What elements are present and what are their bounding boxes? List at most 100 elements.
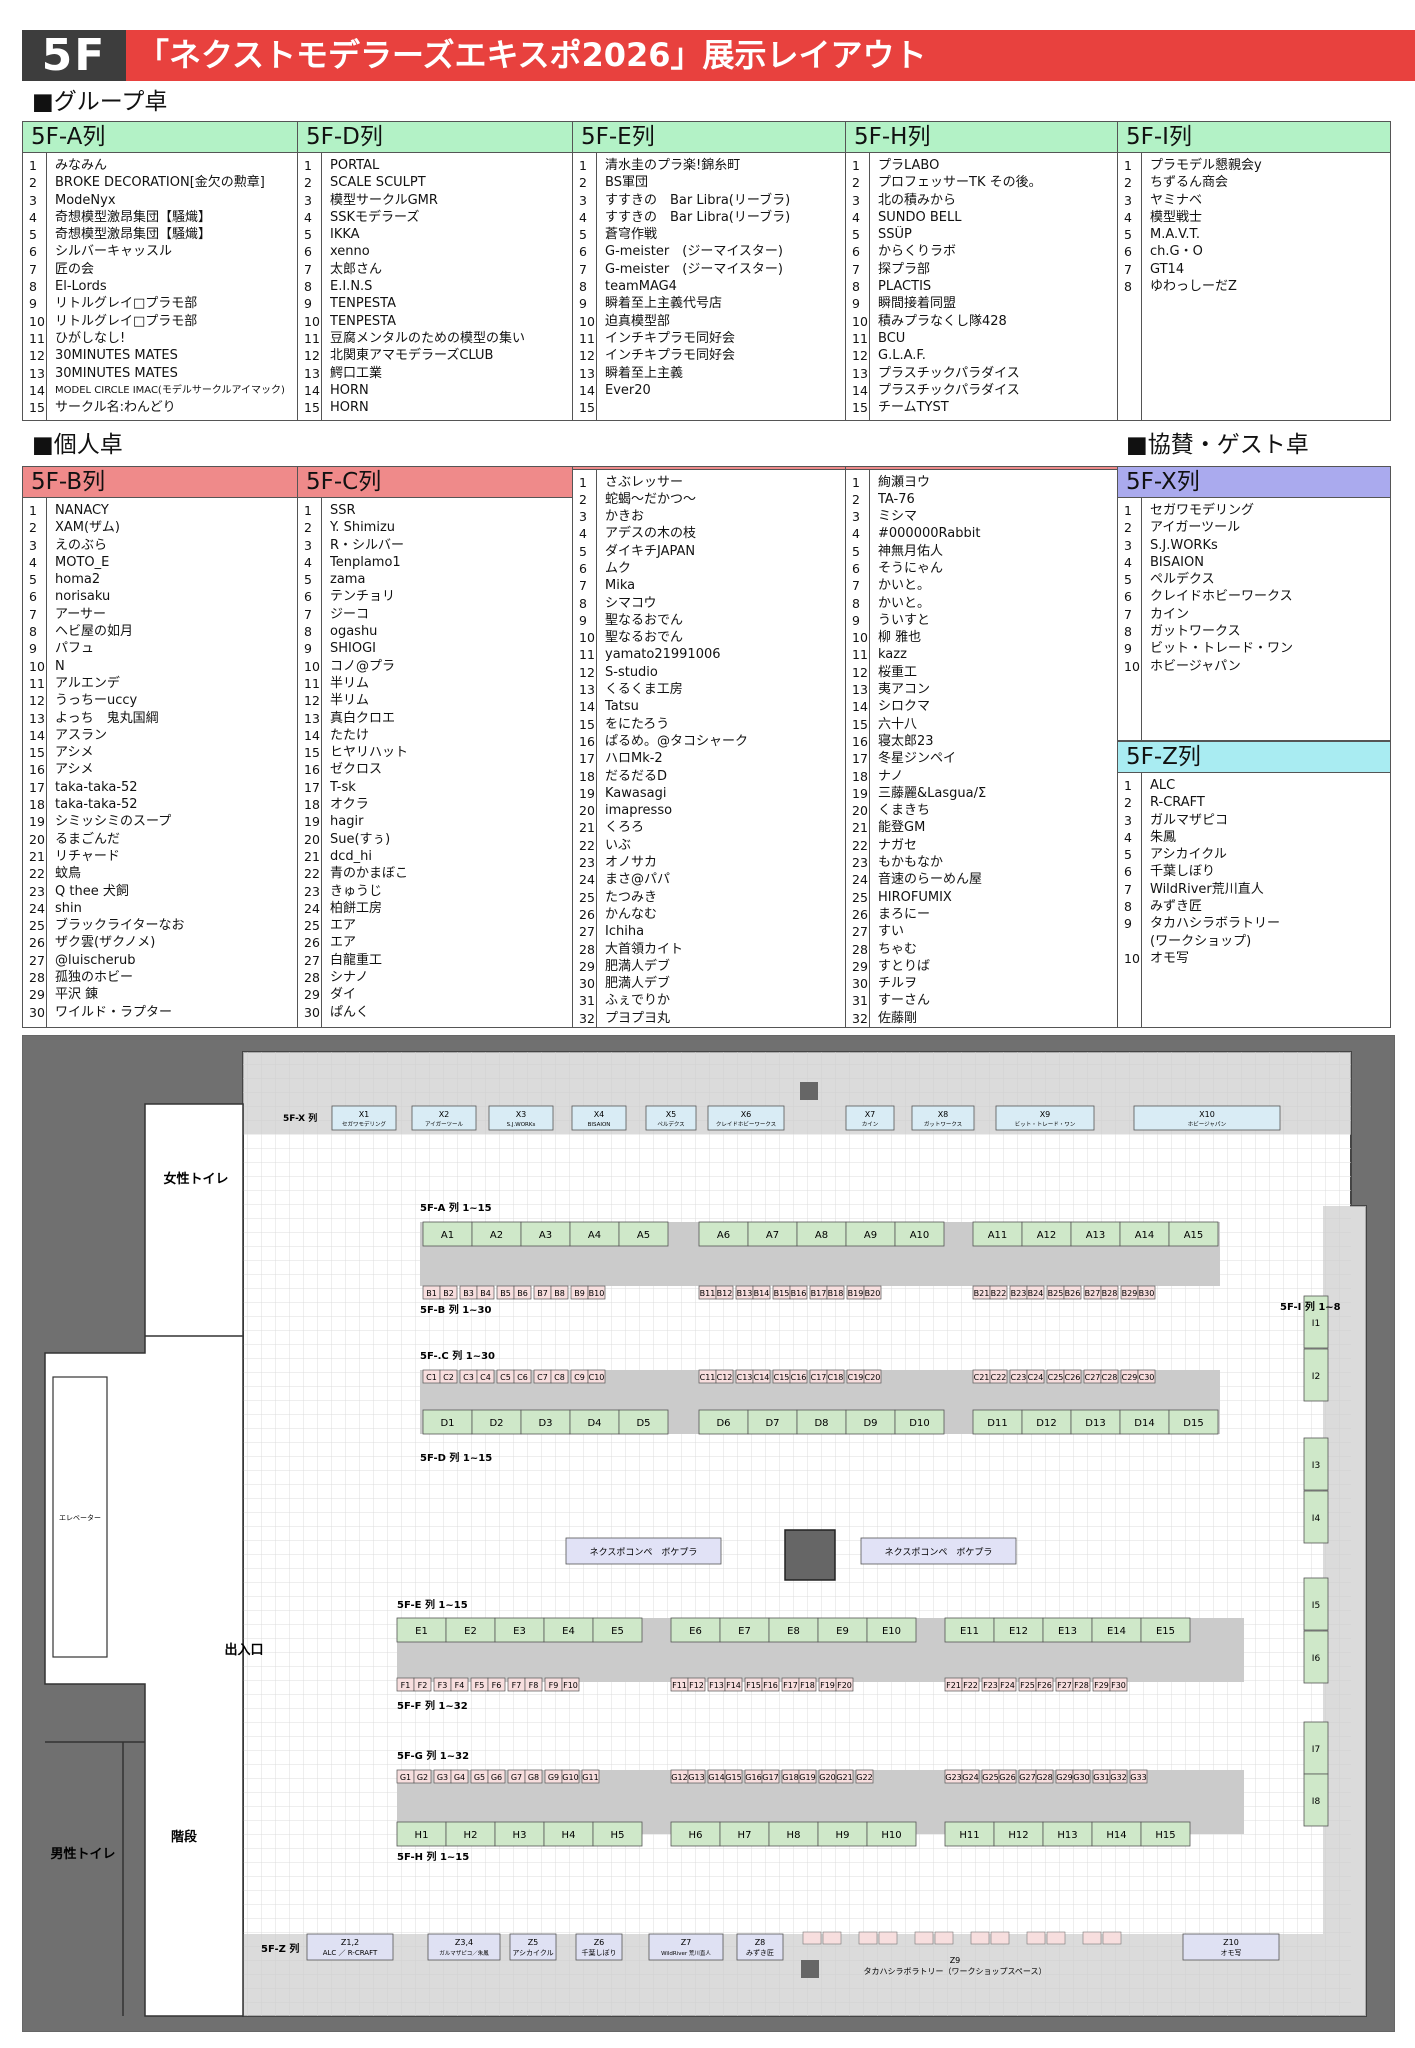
- row-f-booth-label: F1: [401, 1681, 411, 1690]
- row-b-booth-label: B10: [589, 1289, 605, 1298]
- pillar: [784, 1529, 836, 1581]
- row-x-booth-id: X4: [594, 1110, 605, 1119]
- row-number: 7: [1124, 606, 1132, 622]
- list-item: S-studio: [605, 664, 658, 680]
- entry-column: NANACY XAM(ザム) えのぶら MOTO_E homa2 norisaku アーサー…: [47, 498, 297, 1027]
- list-item: 豆腐メンタルのための模型の集い: [330, 330, 526, 346]
- entry-column: 絢瀬ヨウ TA-76 ミシマ #000000Rabbit 神無月佑人 そうにゃん かいと。か…: [870, 470, 1117, 1028]
- z9-table: [914, 1931, 934, 1945]
- row-z-booth-name: ALC ／ R-CRAFT: [323, 1949, 378, 1957]
- row-number: 11: [852, 330, 868, 346]
- row-b-booth-label: B23: [1011, 1289, 1027, 1298]
- row-number: 7: [29, 261, 37, 277]
- row-number: 9: [304, 296, 312, 312]
- list-item: オモ写: [1150, 950, 1190, 966]
- list-item: カイン: [1150, 606, 1190, 622]
- list-item: BS軍団: [605, 175, 648, 191]
- row-i-booth-label: I2: [1312, 1372, 1320, 1382]
- row-number: 4: [29, 554, 37, 570]
- row-g-booth-label: G12: [671, 1773, 687, 1782]
- list-item: El-Lords: [55, 279, 107, 295]
- list-item: たたけ: [330, 727, 370, 743]
- row-label-x: 5F-X 列: [283, 1112, 317, 1124]
- row-number: 30: [852, 976, 868, 992]
- list-item: Ichiha: [605, 924, 645, 940]
- row-number: 17: [852, 751, 868, 767]
- row-number: 26: [29, 935, 45, 951]
- list-item: 北の積みから: [878, 192, 957, 208]
- row-g-booth-label: G23: [945, 1773, 961, 1782]
- list-item: チルヲ: [878, 976, 918, 992]
- row-c-booth-label: C1: [426, 1373, 437, 1382]
- list-item: 白龍重工: [330, 952, 383, 968]
- row-number: 11: [852, 647, 868, 663]
- row-number: 1: [304, 158, 312, 173]
- row-c-booth-label: C21: [974, 1373, 990, 1382]
- row-x-booth-id: X6: [741, 1110, 752, 1119]
- list-item: homa2: [55, 572, 101, 588]
- row-number: [1124, 933, 1141, 950]
- row-number: 9: [29, 641, 37, 657]
- row-number: 10: [1124, 950, 1140, 966]
- list-item: ムク: [605, 560, 632, 576]
- list-item: HORN: [330, 382, 369, 398]
- list-item: 肥満人デブ: [605, 958, 671, 974]
- list-item: 千葉しぼり: [1150, 864, 1216, 880]
- row-number: 30: [304, 1004, 320, 1020]
- row-number: 26: [852, 906, 868, 922]
- list-item: 探プラ部: [878, 261, 931, 277]
- row-h-booth-label: H14: [1106, 1830, 1126, 1841]
- floor-plan-svg: A1 A2 A3 A4 A5 A6 A7 A8 A9 A10 A11 A12 A13 A14 A15 B1 B2…: [44, 1051, 1367, 2017]
- row-number: 4: [579, 209, 587, 225]
- row-a-booth-label: A11: [988, 1230, 1008, 1241]
- entry-column: セガワモデリング アイガーツール S.J.WORKs BISAION ペルデクス クレイド…: [1142, 498, 1390, 740]
- row-d-booth-label: D1: [440, 1418, 454, 1429]
- row-f-booth-label: F30: [1111, 1681, 1126, 1690]
- list-item: すすきの Bar Libra(リーブラ): [605, 192, 791, 208]
- table-h: 5F-H列 1 2 3 4 5 6 7 8 9 10 11 12 13 14 15 プラLABO プロフェッサーT…: [845, 121, 1118, 421]
- row-z-booth-id: Z9: [950, 1956, 961, 1965]
- list-item: テンチョリ: [330, 589, 396, 605]
- z9-table: [970, 1931, 990, 1945]
- row-f-booth-label: F6: [492, 1681, 502, 1690]
- list-item: ホビージャパン: [1150, 658, 1241, 674]
- row-f-booth-label: F8: [529, 1681, 539, 1690]
- row-number: 5: [579, 227, 587, 243]
- list-item: ナノ: [878, 768, 904, 784]
- row-a-booth-label: A10: [910, 1230, 930, 1241]
- list-item: 青のかまぼこ: [330, 866, 409, 882]
- row-f-booth-label: F2: [418, 1681, 428, 1690]
- list-item: いぶ: [605, 837, 632, 853]
- row-f-booth-label: F9: [549, 1681, 559, 1690]
- table-i: 5F-I列 1 2 3 4 5 6 7 8 プラモデル懇親会y ちずるん商会 ヤミナベ 模型戦士 M.A.…: [1117, 121, 1391, 421]
- row-number: 2: [304, 520, 312, 536]
- row-number: 20: [29, 831, 45, 847]
- table-header: 5F-Z列: [1118, 742, 1390, 773]
- row-x-booth-name: アイガーツール: [425, 1120, 464, 1128]
- row-b-booth-label: B5: [500, 1289, 511, 1298]
- row-b-booth-label: B29: [1122, 1289, 1138, 1298]
- row-c-booth-label: C29: [1122, 1373, 1138, 1382]
- list-item: すとりば: [878, 958, 931, 974]
- row-b-booth-label: B4: [480, 1289, 491, 1298]
- row-x-booth-name: カイン: [862, 1121, 879, 1128]
- list-item: プラスチックパラダイス: [878, 365, 1020, 381]
- row-number: 9: [852, 296, 860, 312]
- row-number: 10: [29, 658, 45, 674]
- list-item: ビット・トレード・ワン: [1150, 641, 1294, 657]
- row-number: 12: [579, 664, 595, 680]
- row-number: 11: [579, 647, 595, 663]
- list-item: HORN: [330, 400, 369, 416]
- section-individual: ■個人卓: [32, 432, 123, 458]
- list-item: 絢瀬ヨウ: [878, 474, 931, 490]
- row-b-booth-label: B8: [554, 1289, 565, 1298]
- list-item: ハロMk-2: [605, 751, 663, 767]
- row-number: 2: [1124, 175, 1132, 191]
- list-item: アシメ: [55, 762, 94, 778]
- row-number: 3: [1124, 537, 1132, 553]
- row-number: 17: [304, 779, 320, 795]
- row-number: 3: [29, 537, 37, 553]
- list-item: アーサー: [55, 606, 106, 622]
- row-f-booth-label: F19: [820, 1681, 835, 1690]
- list-item: インチキプラモ同好会: [605, 348, 736, 364]
